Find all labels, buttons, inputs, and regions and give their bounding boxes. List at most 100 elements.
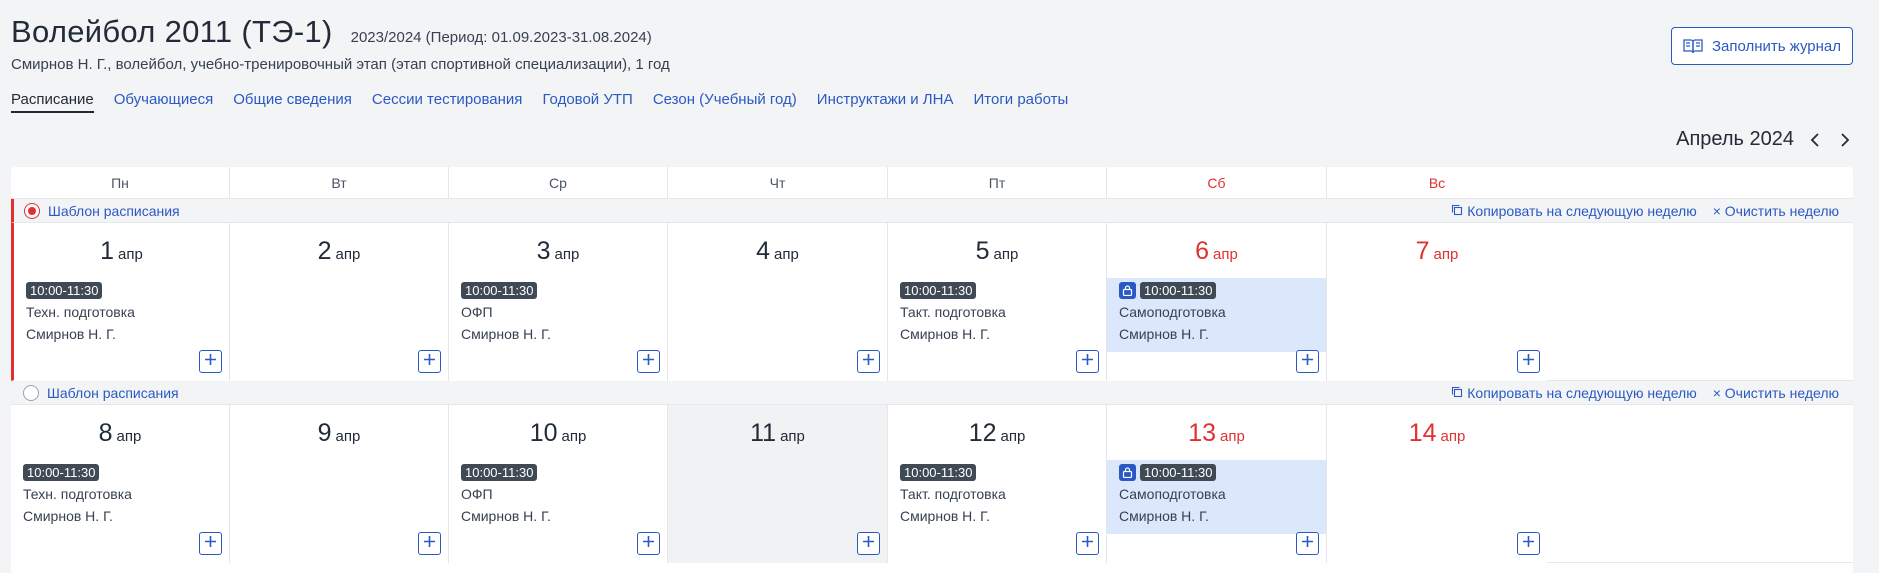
- schedule-event[interactable]: 10:00-11:30 Техн. подготовка Смирнов Н. Г.: [11, 460, 229, 534]
- event-time-row: 10:00-11:30: [26, 282, 217, 299]
- add-event-button[interactable]: [1517, 532, 1540, 555]
- day-month: апр: [554, 246, 580, 263]
- add-event-button[interactable]: [1076, 532, 1099, 555]
- day-cell: 7 апр: [1327, 223, 1547, 381]
- event-coach: Смирнов Н. Г.: [23, 508, 113, 524]
- day-cell: 10 апр 10:00-11:30 ОФП Смирнов Н. Г.: [449, 405, 668, 563]
- day-cell: 14 апр: [1327, 405, 1547, 563]
- day-number: 5 апр: [888, 237, 1106, 266]
- week-template-bar: Шаблон расписания Копировать на следующую…: [11, 381, 1853, 405]
- add-event-button[interactable]: [637, 350, 660, 373]
- day-number: 7 апр: [1327, 237, 1547, 266]
- weekday-5: Пт: [888, 167, 1107, 199]
- schedule-event[interactable]: 10:00-11:30 Самоподготовка Смирнов Н. Г.: [1107, 278, 1326, 352]
- schedule-event[interactable]: 10:00-11:30 ОФП Смирнов Н. Г.: [449, 460, 667, 534]
- copy-week-button[interactable]: Копировать на следующую неделю: [1451, 385, 1697, 401]
- add-event-button[interactable]: [857, 532, 880, 555]
- add-event-button[interactable]: [199, 532, 222, 555]
- lock-icon: [1119, 464, 1136, 481]
- template-label[interactable]: Шаблон расписания: [48, 203, 180, 219]
- page-title: Волейбол 2011 (ТЭ-1): [11, 14, 333, 49]
- day-number: 4 апр: [668, 237, 887, 266]
- day-month: апр: [1433, 246, 1459, 263]
- add-event-button[interactable]: [418, 350, 441, 373]
- tab-6[interactable]: Сезон (Учебный год): [653, 91, 797, 113]
- day-month: апр: [774, 246, 799, 263]
- day-number: 10 апр: [449, 419, 667, 448]
- lock-icon: [1119, 282, 1136, 299]
- day-number-value: 13: [1188, 419, 1216, 447]
- add-event-button[interactable]: [199, 350, 222, 373]
- day-number-value: 9: [317, 419, 332, 447]
- event-title: Техн. подготовка: [23, 486, 132, 502]
- template-radio[interactable]: [24, 202, 40, 219]
- tab-5[interactable]: Годовой УТП: [542, 91, 632, 113]
- schedule-event[interactable]: 10:00-11:30 Такт. подготовка Смирнов Н. Г.: [888, 460, 1106, 534]
- plus-icon: [642, 353, 655, 371]
- week-days-row: 1 апр 10:00-11:30 Техн. подготовка Смирнов Н…: [11, 223, 1853, 381]
- day-month: апр: [993, 246, 1019, 263]
- weekday-2: Вт: [230, 167, 449, 199]
- event-title: Такт. подготовка: [900, 304, 1006, 320]
- clear-week-button[interactable]: × Очистить неделю: [1713, 385, 1839, 401]
- day-number-value: 4: [756, 237, 771, 265]
- event-coach: Смирнов Н. Г.: [1119, 326, 1209, 342]
- event-time-row: 10:00-11:30: [23, 464, 217, 481]
- plus-icon: [1081, 535, 1094, 553]
- event-time: 10:00-11:30: [1140, 282, 1217, 299]
- calendar-weeks: Шаблон расписания Копировать на следующую…: [11, 199, 1853, 563]
- tab-4[interactable]: Сессии тестирования: [372, 91, 523, 113]
- schedule-event[interactable]: 10:00-11:30 Самоподготовка Смирнов Н. Г.: [1107, 460, 1326, 534]
- day-month: апр: [335, 246, 361, 263]
- schedule-event[interactable]: 10:00-11:30 ОФП Смирнов Н. Г.: [449, 278, 667, 352]
- next-month-button[interactable]: [1836, 129, 1854, 151]
- clear-week-button[interactable]: × Очистить неделю: [1713, 203, 1839, 219]
- add-event-button[interactable]: [1076, 350, 1099, 373]
- day-number: 2 апр: [230, 237, 448, 266]
- day-month: апр: [1213, 246, 1238, 263]
- day-number: 9 апр: [230, 419, 448, 448]
- plus-icon: [204, 535, 217, 553]
- tab-8[interactable]: Итоги работы: [974, 91, 1069, 113]
- event-coach: Смирнов Н. Г.: [461, 508, 551, 524]
- day-cell: 6 апр 10:00-11:30 Самоподготовка Смирнов Н. …: [1107, 223, 1327, 381]
- day-number: 6 апр: [1107, 237, 1326, 266]
- prev-month-button[interactable]: [1806, 129, 1824, 151]
- add-event-button[interactable]: [1517, 350, 1540, 373]
- weekday-3: Ср: [449, 167, 668, 199]
- day-cell: 1 апр 10:00-11:30 Техн. подготовка Смирнов Н…: [14, 223, 230, 381]
- add-event-button[interactable]: [1296, 350, 1319, 373]
- week-days-row: 8 апр 10:00-11:30 Техн. подготовка Смирнов Н…: [11, 405, 1853, 563]
- weekday-4: Чт: [668, 167, 888, 199]
- day-number-value: 3: [536, 237, 551, 265]
- tab-3[interactable]: Общие сведения: [233, 91, 352, 113]
- tab-1[interactable]: Расписание: [11, 91, 94, 113]
- day-number: 8 апр: [11, 419, 229, 448]
- schedule-calendar: Пн Вт Ср Чт Пт Сб Вс Шаблон расписания Копирова…: [11, 167, 1853, 573]
- plus-icon: [1522, 353, 1535, 371]
- weekday-1: Пн: [11, 167, 230, 199]
- day-month: апр: [1000, 428, 1026, 445]
- day-cell: 11 апр: [668, 405, 888, 563]
- event-time-row: 10:00-11:30: [461, 464, 655, 481]
- day-number-value: 11: [750, 419, 777, 447]
- tab-2[interactable]: Обучающиеся: [114, 91, 214, 113]
- template-radio[interactable]: [23, 384, 39, 401]
- copy-week-button[interactable]: Копировать на следующую неделю: [1451, 203, 1697, 219]
- add-event-button[interactable]: [418, 532, 441, 555]
- day-cell: 13 апр 10:00-11:30 Самоподготовка Смирнов Н.…: [1107, 405, 1327, 563]
- add-event-button[interactable]: [857, 350, 880, 373]
- schedule-event[interactable]: 10:00-11:30 Техн. подготовка Смирнов Н. Г.: [14, 278, 229, 352]
- schedule-event[interactable]: 10:00-11:30 Такт. подготовка Смирнов Н. Г.: [888, 278, 1106, 352]
- fill-journal-button[interactable]: Заполнить журнал: [1671, 27, 1853, 65]
- tab-7[interactable]: Инструктажи и ЛНА: [817, 91, 954, 113]
- add-event-button[interactable]: [637, 532, 660, 555]
- day-cell: 9 апр: [230, 405, 449, 563]
- template-label[interactable]: Шаблон расписания: [47, 385, 179, 401]
- event-title: Такт. подготовка: [900, 486, 1006, 502]
- event-coach: Смирнов Н. Г.: [26, 326, 116, 342]
- add-event-button[interactable]: [1296, 532, 1319, 555]
- day-month: апр: [116, 428, 142, 445]
- event-title: ОФП: [461, 304, 493, 320]
- copy-icon: [1451, 385, 1463, 401]
